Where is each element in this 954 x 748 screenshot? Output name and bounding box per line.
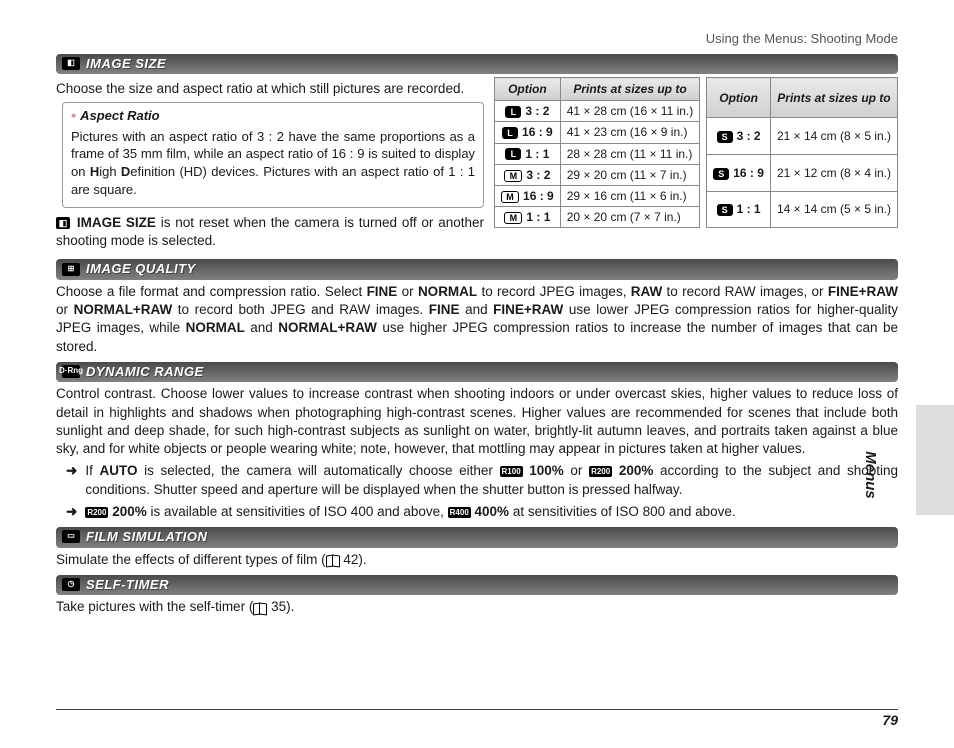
page-number: 79 — [882, 711, 898, 730]
r200-icon: R200 — [85, 507, 108, 518]
breadcrumb: Using the Menus: Shooting Mode — [56, 30, 898, 48]
footer-rule — [56, 709, 898, 710]
dynamic-range-body: Control contrast. Choose lower values to… — [56, 385, 898, 458]
size-tables: OptionPrints at sizes up to L3 : 241 × 2… — [494, 77, 898, 228]
image-quality-body: Choose a file format and compression rat… — [56, 283, 898, 356]
table-row: L16 : 941 × 23 cm (16 × 9 in.) — [495, 122, 700, 143]
list-item: ➜ R200 200% is available at sensitivitie… — [66, 503, 898, 521]
image-size-note: ◧ IMAGE SIZE is not reset when the camer… — [56, 214, 484, 250]
section-header-dynamic-range: D·Rng DYNAMIC RANGE — [56, 362, 898, 383]
table-row: L1 : 128 × 28 cm (11 × 11 in.) — [495, 143, 700, 164]
page-ref-icon — [253, 603, 267, 613]
table-row: M1 : 120 × 20 cm (7 × 7 in.) — [495, 207, 700, 228]
table-row: M3 : 229 × 20 cm (11 × 7 in.) — [495, 164, 700, 185]
table-row: S16 : 921 × 12 cm (8 × 4 in.) — [707, 154, 898, 191]
side-tab: Menus — [916, 405, 954, 515]
section-header-self-timer: ◷ SELF-TIMER — [56, 575, 898, 596]
bulb-icon — [71, 107, 76, 125]
timer-icon: ◷ — [62, 578, 80, 591]
film-sim-body: Simulate the effects of different types … — [56, 551, 898, 569]
r100-icon: R100 — [500, 466, 523, 477]
section-header-film-sim: ▭ FILM SIMULATION — [56, 527, 898, 548]
r400-icon: R400 — [448, 507, 471, 518]
size-table-1: OptionPrints at sizes up to L3 : 241 × 2… — [494, 77, 700, 228]
image-size-icon: ◧ — [62, 57, 80, 70]
section-header-image-quality: ⊞ IMAGE QUALITY — [56, 259, 898, 280]
note-icon: ◧ — [56, 217, 70, 229]
table-row: L3 : 241 × 28 cm (16 × 11 in.) — [495, 101, 700, 122]
table-row: S1 : 114 × 14 cm (5 × 5 in.) — [707, 191, 898, 228]
dynamic-range-icon: D·Rng — [62, 365, 80, 378]
image-size-intro: Choose the size and aspect ratio at whic… — [56, 80, 484, 98]
image-quality-icon: ⊞ — [62, 263, 80, 276]
list-item: ➜ If AUTO is selected, the camera will a… — [66, 462, 898, 498]
film-icon: ▭ — [62, 530, 80, 543]
self-timer-body: Take pictures with the self-timer ( 35). — [56, 598, 898, 616]
table-row: S3 : 221 × 14 cm (8 × 5 in.) — [707, 118, 898, 155]
section-header-image-size: ◧ IMAGE SIZE — [56, 54, 898, 75]
table-row: M16 : 929 × 16 cm (11 × 6 in.) — [495, 186, 700, 207]
r200-icon: R200 — [589, 466, 612, 477]
page-ref-icon — [326, 555, 340, 565]
size-table-2: OptionPrints at sizes up to S3 : 221 × 1… — [706, 77, 898, 228]
aspect-ratio-callout: Aspect Ratio Pictures with an aspect rat… — [62, 102, 484, 208]
